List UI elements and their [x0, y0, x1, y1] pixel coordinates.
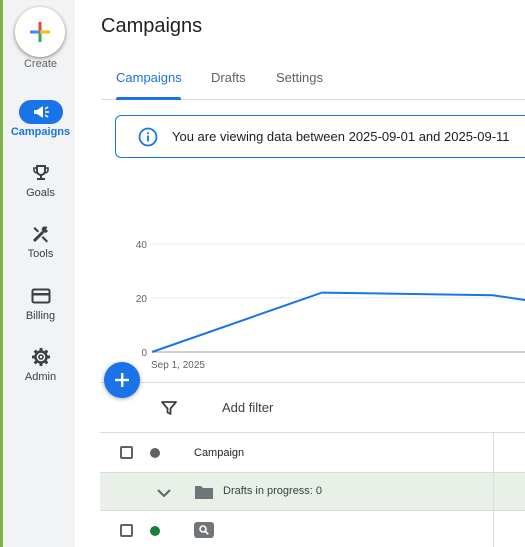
tab-drafts[interactable]: Drafts — [211, 70, 246, 85]
left-navigation-rail: Create Campaigns Goals Tools Billing Adm… — [0, 0, 75, 547]
column-divider — [493, 433, 494, 472]
row-checkbox[interactable] — [120, 524, 133, 537]
page-title: Campaigns — [101, 15, 203, 37]
nav-item-admin[interactable]: Admin — [3, 345, 78, 383]
y-tick-label: 40 — [136, 240, 148, 251]
megaphone-icon — [33, 106, 49, 118]
column-header-campaign[interactable]: Campaign — [194, 447, 244, 459]
folder-icon — [194, 484, 214, 500]
active-tab-indicator — [116, 97, 181, 100]
table-header-row: Campaign — [100, 433, 525, 473]
performance-chart: 0 20 40 Sep 1, 2025 — [100, 230, 525, 380]
column-divider — [493, 473, 494, 510]
y-tick-label: 0 — [141, 348, 147, 359]
campaigns-table: Campaign Drafts in progress: 0 — [100, 433, 525, 547]
nav-label-campaigns: Campaigns — [10, 126, 71, 138]
column-divider — [493, 511, 494, 547]
trophy-icon — [32, 165, 49, 180]
chevron-down-icon[interactable] — [156, 485, 172, 501]
table-row — [100, 511, 525, 547]
plus-multicolor-icon — [30, 22, 50, 42]
create-label: Create — [23, 58, 58, 70]
chart-svg: 0 20 40 Sep 1, 2025 — [136, 240, 525, 371]
nav-item-tools[interactable]: Tools — [3, 222, 78, 260]
select-all-checkbox[interactable] — [120, 446, 133, 459]
add-campaign-button[interactable] — [104, 362, 140, 398]
drafts-in-progress-text: Drafts in progress: 0 — [223, 485, 323, 497]
gear-icon — [31, 348, 50, 366]
series-line — [151, 291, 525, 353]
nav-label-tools: Tools — [27, 248, 54, 260]
nav-label-billing: Billing — [25, 310, 56, 322]
date-range-banner: You are viewing data between 2025-09-01 … — [115, 115, 525, 158]
status-header-dot — [150, 448, 160, 458]
credit-card-icon — [31, 288, 50, 304]
plus-icon — [115, 373, 129, 387]
nav-label-admin: Admin — [24, 371, 57, 383]
tab-settings[interactable]: Settings — [276, 70, 323, 85]
search-campaign-icon — [194, 522, 214, 538]
tab-bar: Campaigns Drafts Settings — [101, 60, 525, 100]
nav-label-goals: Goals — [26, 187, 55, 199]
nav-item-goals[interactable]: Goals — [3, 161, 78, 199]
x-tick-label: Sep 1, 2025 — [151, 360, 205, 371]
y-tick-label: 20 — [136, 294, 148, 305]
nav-item-billing[interactable]: Billing — [3, 284, 78, 322]
status-enabled-dot — [150, 526, 160, 536]
create-button[interactable] — [15, 7, 65, 57]
tab-campaigns[interactable]: Campaigns — [116, 70, 182, 85]
banner-text: You are viewing data between 2025-09-01 … — [172, 129, 510, 144]
nav-item-campaigns[interactable]: Campaigns — [3, 100, 78, 138]
info-icon — [138, 127, 158, 147]
filter-bar: Add filter — [100, 382, 525, 433]
drafts-row: Drafts in progress: 0 — [100, 473, 525, 511]
add-filter-button[interactable]: Add filter — [222, 400, 273, 415]
filter-icon[interactable] — [160, 399, 178, 417]
main-content: Campaigns Campaigns Drafts Settings You … — [75, 0, 525, 547]
tools-icon — [32, 226, 48, 243]
